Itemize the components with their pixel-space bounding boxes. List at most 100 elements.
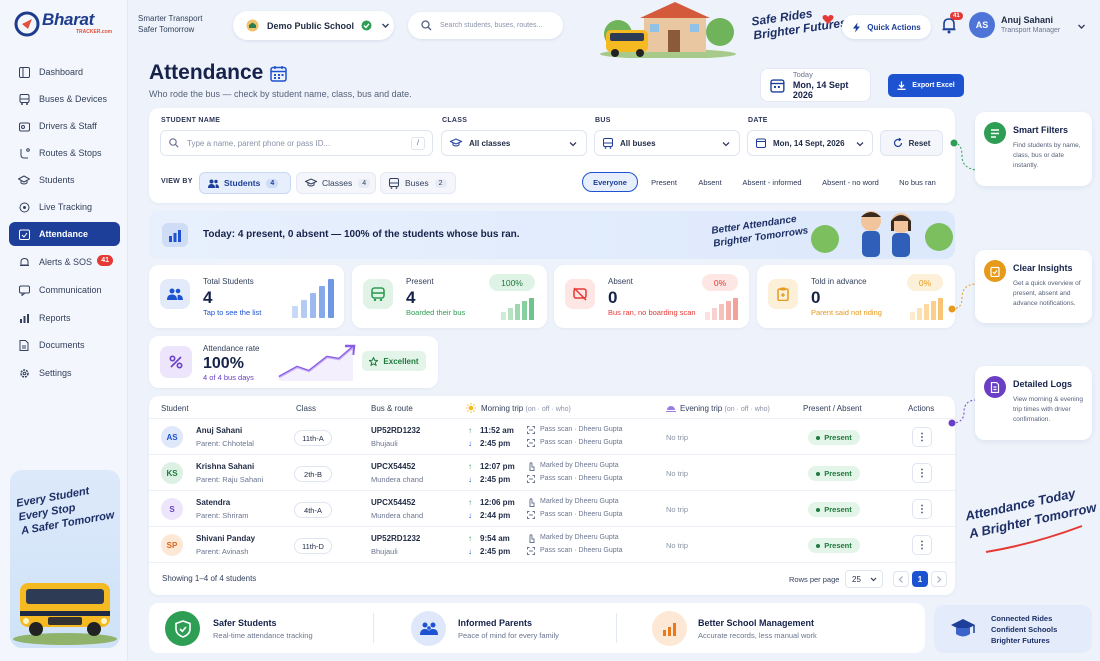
date-picker[interactable]: Mon, 14 Sept, 2026 <box>747 130 873 156</box>
col-status[interactable]: Present / Absent <box>803 404 862 413</box>
arrow-down-icon: ↓ <box>468 547 472 556</box>
user-avatar[interactable]: AS <box>969 12 995 38</box>
status-pill-everyone[interactable]: Everyone <box>582 172 638 192</box>
class-select[interactable]: All classes <box>441 130 587 156</box>
school-selector[interactable]: Demo Public School <box>233 11 394 40</box>
stat-link[interactable]: Tap to see the list <box>203 308 261 317</box>
scan-icon <box>527 426 535 434</box>
sidebar-item-communication[interactable]: Communication <box>9 278 120 302</box>
stat-label: Present <box>406 277 434 286</box>
row-actions-button[interactable]: ⋮ <box>912 463 932 483</box>
class-chip: 11th-D <box>294 538 332 554</box>
stat-card-absent[interactable]: Absent 0 Bus ran, no boarding scan 0% <box>554 265 749 328</box>
absent-percent-badge: 0% <box>702 274 738 291</box>
global-search-input[interactable]: Search students, buses, routes... <box>408 12 563 39</box>
sidebar-item-label: Reports <box>39 313 71 323</box>
scan-icon <box>527 439 535 447</box>
sidebar-item-buses[interactable]: Buses & Devices <box>9 87 120 111</box>
stat-sub: Bus ran, no boarding scan <box>608 308 696 317</box>
tagline-line: Smarter Transport <box>138 14 203 23</box>
status-pill-absent-informed[interactable]: Absent - informed <box>735 172 809 192</box>
view-students-tab[interactable]: Students 4 <box>199 172 291 194</box>
refresh-icon <box>893 138 902 148</box>
view-buses-tab[interactable]: Buses 2 <box>380 172 456 194</box>
table-row[interactable]: SP Shivani Panday Parent: Avinash 11th-D… <box>149 526 955 562</box>
rows-per-page-select[interactable]: 25 <box>845 570 883 588</box>
col-class[interactable]: Class <box>296 404 316 413</box>
benefit-sub: Accurate records, less manual work <box>698 631 817 640</box>
shortcut-hint: / <box>411 137 425 150</box>
sidebar-item-attendance[interactable]: Attendance <box>9 222 120 246</box>
stat-card-present[interactable]: Present 4 Boarded their bus 100% <box>352 265 547 328</box>
notifications-button[interactable]: 41 <box>941 12 963 36</box>
sidebar-item-live-tracking[interactable]: Live Tracking <box>9 195 120 219</box>
page-subtitle: Who rode the bus — check by student name… <box>149 89 412 99</box>
sidebar-item-drivers[interactable]: Drivers & Staff <box>9 114 120 138</box>
sidebar-item-settings[interactable]: Settings <box>9 361 120 385</box>
col-evening[interactable]: Evening trip (on · off · who) <box>680 404 770 413</box>
total-bars-decoration <box>292 279 334 318</box>
sidebar-item-label: Attendance <box>39 229 89 239</box>
student-name[interactable]: Anuj Sahani <box>196 426 242 435</box>
reset-button[interactable]: Reset <box>880 130 943 156</box>
school-emblem-icon <box>246 19 259 32</box>
scan-icon <box>527 475 535 483</box>
chat-icon <box>18 284 30 296</box>
bus-select[interactable]: All buses <box>594 130 740 156</box>
chevron-down-icon <box>722 142 730 147</box>
student-name[interactable]: Krishna Sahani <box>196 462 254 471</box>
student-name[interactable]: Satendra <box>196 498 230 507</box>
col-morning[interactable]: Morning trip (on · off · who) <box>481 404 571 413</box>
quick-actions-button[interactable]: Quick Actions <box>842 15 931 39</box>
arrow-up-icon: ↑ <box>468 462 472 471</box>
status-badge: Present <box>808 430 860 445</box>
sidebar-item-alerts[interactable]: Alerts & SOS 41 <box>9 250 120 274</box>
col-bus[interactable]: Bus & route <box>371 404 413 413</box>
rate-sub: 4 of 4 bus days <box>203 373 254 382</box>
bus-select-value: All buses <box>620 138 656 148</box>
stat-card-advance[interactable]: Told in advance 0 Parent said not riding… <box>757 265 955 328</box>
status-pill-absent-no-word[interactable]: Absent - no word <box>814 172 887 192</box>
status-pill-no-bus-ran[interactable]: No bus ran <box>892 172 943 192</box>
status-pill-present[interactable]: Present <box>643 172 685 192</box>
brand-logo[interactable]: Bharat TRACKER.com <box>14 8 114 40</box>
status-dot <box>816 471 821 476</box>
stat-card-total[interactable]: Total Students 4 Tap to see the list <box>149 265 344 328</box>
row-actions-button[interactable]: ⋮ <box>912 535 932 555</box>
benefit-sub: Real-time attendance tracking <box>213 631 313 640</box>
banner-slogan: Better Attendance Brighter Tomorrows <box>711 211 809 250</box>
sidebar-item-students[interactable]: Students <box>9 168 120 192</box>
morning-off-time: 2:44 pm <box>480 511 511 520</box>
page-number-button[interactable]: 1 <box>912 571 928 587</box>
class-select-value: All classes <box>469 138 511 148</box>
sidebar-item-documents[interactable]: Documents <box>9 333 120 357</box>
bus-icon <box>363 279 393 309</box>
sidebar-item-dashboard[interactable]: Dashboard <box>9 60 120 84</box>
clipboard-icon <box>768 279 798 309</box>
sidebar-item-routes[interactable]: Routes & Stops <box>9 141 120 165</box>
table-row[interactable]: KS Krishna Sahani Parent: Raju Sahani 2t… <box>149 454 955 490</box>
table-row[interactable]: AS Anuj Sahani Parent: Chhotelal 11th-A … <box>149 418 955 454</box>
student-search-placeholder: Type a name, parent phone or pass ID... <box>187 138 331 148</box>
student-name[interactable]: Shivani Panday <box>196 534 255 543</box>
bus-off-icon <box>565 279 595 309</box>
table-row[interactable]: S Satendra Parent: Shriram 4th-A UPCX544… <box>149 490 955 526</box>
user-menu-chevron-icon[interactable] <box>1077 22 1086 31</box>
search-icon <box>421 20 432 31</box>
prev-page-button[interactable] <box>893 571 909 587</box>
sidebar-item-reports[interactable]: Reports <box>9 306 120 330</box>
export-excel-button[interactable]: Export Excel <box>888 74 964 97</box>
promo-slogan: Every Student Every Stop A Safer Tomorro… <box>15 480 120 539</box>
next-page-button[interactable] <box>931 571 947 587</box>
student-search-input[interactable]: Type a name, parent phone or pass ID... … <box>160 130 433 156</box>
view-classes-tab[interactable]: Classes 4 <box>296 172 376 194</box>
row-actions-button[interactable]: ⋮ <box>912 499 932 519</box>
dashboard-icon <box>18 66 30 78</box>
morning-on-time: 12:07 pm <box>480 462 515 471</box>
status-pill-absent[interactable]: Absent <box>690 172 730 192</box>
connector-line <box>950 139 977 171</box>
divider <box>616 613 617 643</box>
route-icon <box>18 147 30 159</box>
row-actions-button[interactable]: ⋮ <box>912 427 932 447</box>
col-student[interactable]: Student <box>161 404 189 413</box>
